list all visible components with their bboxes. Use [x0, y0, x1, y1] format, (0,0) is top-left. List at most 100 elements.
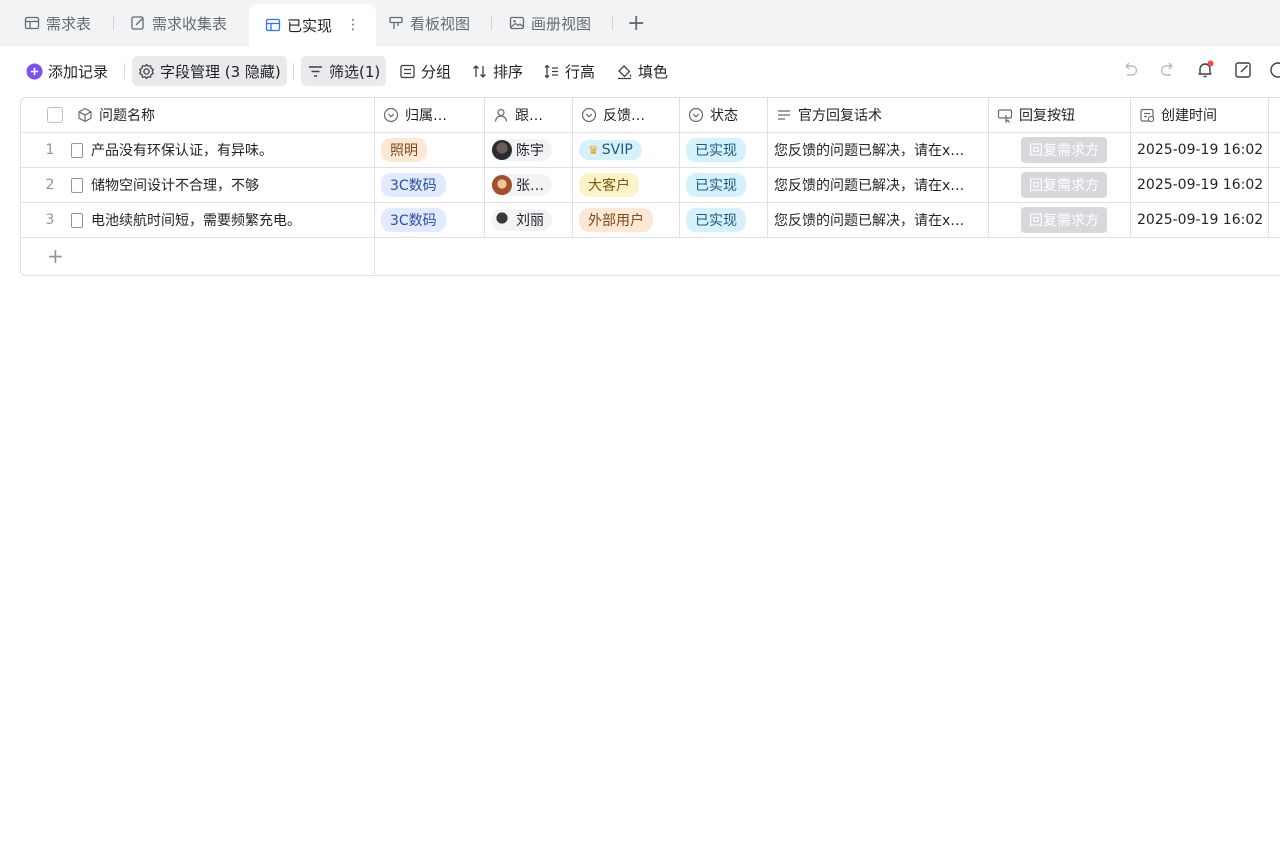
column-title: 反馈…: [603, 108, 645, 124]
overflow-cell: [1269, 168, 1280, 203]
column-title: 状态: [710, 108, 738, 124]
issue-name: 电池续航时间短，需要频繁充电。: [91, 213, 301, 229]
created-time-cell[interactable]: 2025-09-19 16:02: [1131, 133, 1269, 168]
row-height-button[interactable]: 行高: [537, 56, 601, 86]
reply-text: 您反馈的问题已解决，请在x…: [774, 213, 965, 229]
feedback-cell[interactable]: ♛ SVIP: [573, 133, 680, 168]
redo-icon[interactable]: [1158, 60, 1178, 80]
add-row-area: [375, 238, 1280, 274]
tab-demand-table[interactable]: 需求表: [24, 4, 91, 42]
single-select-icon: [688, 107, 704, 123]
column-title: 官方回复话术: [798, 108, 882, 124]
category-cell[interactable]: 照明: [375, 133, 485, 168]
fill-color-button[interactable]: 填色: [610, 56, 674, 86]
form-icon: [131, 16, 144, 30]
more-options-icon[interactable]: ⋮: [346, 17, 360, 33]
column-header-category[interactable]: 归属…: [375, 98, 485, 133]
add-view-icon[interactable]: +: [627, 4, 645, 42]
group-label: 分组: [421, 62, 452, 81]
created-time: 2025-09-19 16:02: [1137, 177, 1264, 193]
tab-kanban-view[interactable]: 看板视图: [388, 4, 470, 42]
feedback-tag: 外部用户: [579, 208, 653, 232]
tab-collect-form[interactable]: 需求收集表: [130, 4, 227, 42]
select-all-checkbox[interactable]: [47, 107, 63, 123]
table-row-3-name-cell[interactable]: 3 电池续航时间短，需要频繁充电。: [21, 203, 375, 238]
filter-button[interactable]: 筛选(1): [301, 56, 387, 86]
reply-text-cell[interactable]: 您反馈的问题已解决，请在x…: [768, 203, 989, 238]
text-field-icon: [778, 110, 790, 120]
person-icon: [494, 108, 508, 122]
reply-text-cell[interactable]: 您反馈的问题已解决，请在x…: [768, 168, 989, 203]
tab-label: 需求收集表: [152, 14, 228, 33]
category-tag: 3C数码: [381, 173, 446, 197]
owner-cell[interactable]: 陈宇: [485, 133, 573, 168]
column-header-reply-button[interactable]: 回复按钮: [989, 98, 1131, 133]
owner-cell[interactable]: 刘丽: [485, 203, 573, 238]
more-icon[interactable]: [1268, 60, 1280, 80]
document-icon: [71, 212, 83, 228]
row-height-icon: [544, 64, 558, 78]
column-title: 归属…: [405, 108, 447, 124]
fill-color-label: 填色: [638, 62, 669, 81]
column-header-status[interactable]: 状态: [680, 98, 768, 133]
category-tag: 照明: [381, 138, 427, 162]
undo-icon[interactable]: [1120, 60, 1140, 80]
created-time-icon: [1140, 108, 1155, 123]
add-row-button[interactable]: +: [21, 238, 375, 274]
category-cell[interactable]: 3C数码: [375, 203, 485, 238]
sort-button[interactable]: 排序: [465, 56, 529, 86]
column-header-overflow: [1269, 98, 1280, 133]
field-manage-button[interactable]: 字段管理 (3 隐藏): [132, 56, 287, 86]
feedback-cell[interactable]: 大客户: [573, 168, 680, 203]
feedback-tag: 大客户: [579, 173, 639, 197]
column-header-owner[interactable]: 跟…: [485, 98, 573, 133]
category-cell[interactable]: 3C数码: [375, 168, 485, 203]
status-cell[interactable]: 已实现: [680, 133, 768, 168]
reply-requester-button[interactable]: 回复需求方: [1021, 207, 1107, 233]
document-icon: [71, 142, 83, 158]
row-number: 1: [45, 142, 55, 158]
reply-text: 您反馈的问题已解决，请在x…: [774, 143, 965, 159]
reply-requester-button[interactable]: 回复需求方: [1021, 137, 1107, 163]
column-header-reply-text[interactable]: 官方回复话术: [768, 98, 989, 133]
created-time-cell[interactable]: 2025-09-19 16:02: [1131, 203, 1269, 238]
column-title: 创建时间: [1161, 108, 1217, 124]
column-header-name[interactable]: 问题名称: [21, 98, 375, 133]
status-cell[interactable]: 已实现: [680, 203, 768, 238]
feedback-tag: ♛ SVIP: [579, 140, 642, 160]
gallery-icon: [509, 16, 525, 30]
tab-implemented[interactable]: 已实现 ⋮: [249, 4, 377, 46]
reply-button-cell: 回复需求方: [989, 203, 1131, 238]
table-row-2-name-cell[interactable]: 2 储物空间设计不合理，不够: [21, 168, 375, 203]
status-badge: 已实现: [686, 208, 746, 232]
add-record-button[interactable]: 添加记录: [20, 56, 114, 86]
field-manage-label: 字段管理 (3 隐藏): [160, 62, 281, 81]
crown-icon: ♛: [588, 143, 599, 157]
owner-cell[interactable]: 张…: [485, 168, 573, 203]
single-select-icon: [581, 107, 597, 123]
group-button[interactable]: 分组: [393, 56, 457, 86]
reply-text: 您反馈的问题已解决，请在x…: [774, 178, 965, 194]
group-icon: [400, 64, 415, 78]
toolbar-divider: [124, 63, 125, 79]
table-icon: [24, 16, 40, 30]
feedback-cell[interactable]: 外部用户: [573, 203, 680, 238]
status-badge: 已实现: [686, 173, 746, 197]
reply-requester-button[interactable]: 回复需求方: [1021, 172, 1107, 198]
add-record-label: 添加记录: [48, 62, 109, 81]
reply-text-cell[interactable]: 您反馈的问题已解决，请在x…: [768, 133, 989, 168]
tab-divider: [612, 16, 613, 30]
notification-bell-icon[interactable]: [1195, 60, 1215, 80]
avatar: [492, 210, 512, 230]
row-number: 2: [45, 177, 55, 193]
table-row-1-name-cell[interactable]: 1 产品没有环保认证，有异味。: [21, 133, 375, 168]
column-header-created-time[interactable]: 创建时间: [1131, 98, 1269, 133]
status-cell[interactable]: 已实现: [680, 168, 768, 203]
column-header-feedback[interactable]: 反馈…: [573, 98, 680, 133]
created-time-cell[interactable]: 2025-09-19 16:02: [1131, 168, 1269, 203]
tab-gallery-view[interactable]: 画册视图: [509, 4, 591, 42]
status-badge: 已实现: [686, 138, 746, 162]
tab-label: 看板视图: [410, 14, 471, 33]
tab-divider: [491, 16, 492, 30]
edit-icon[interactable]: [1233, 60, 1253, 80]
